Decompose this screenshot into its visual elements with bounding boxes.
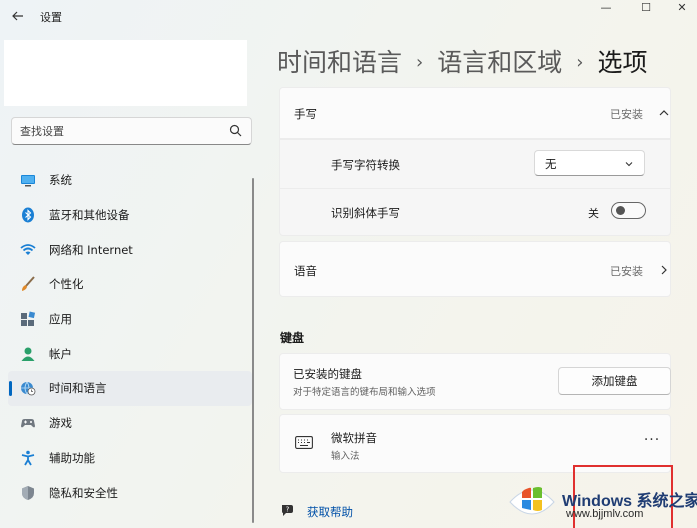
sidebar-item-system[interactable]: 系统	[8, 163, 252, 198]
breadcrumb: 时间和语言 › 语言和区域 › 选项	[277, 43, 647, 79]
handwriting-header[interactable]: 手写 已安装	[279, 87, 671, 139]
sidebar-item-label: 辅助功能	[49, 450, 95, 465]
minimize-button[interactable]: —	[586, 0, 626, 20]
sidebar-item-label: 网络和 Internet	[49, 242, 133, 257]
installed-keyboards-title: 已安装的键盘	[293, 367, 362, 381]
handwriting-title: 手写	[294, 107, 317, 121]
speech-status: 已安装	[610, 265, 643, 278]
conversion-dropdown[interactable]: 无	[534, 150, 645, 176]
search-input[interactable]	[20, 123, 220, 139]
back-button[interactable]	[8, 6, 28, 26]
gamepad-icon	[21, 419, 35, 428]
sidebar-item-network[interactable]: 网络和 Internet	[8, 232, 252, 267]
windows-logo-icon	[509, 487, 555, 515]
sidebar-nav: 系统 蓝牙和其他设备 网络和 Internet 个性化 应用 帐户 时间和语言 …	[8, 163, 252, 510]
search-icon[interactable]	[229, 124, 242, 137]
chevron-down-icon	[625, 162, 633, 167]
breadcrumb-separator: ›	[576, 52, 584, 73]
breadcrumb-language-region[interactable]: 语言和区域	[437, 48, 562, 77]
handwriting-status: 已安装	[610, 108, 643, 121]
sidebar-item-label: 时间和语言	[49, 381, 107, 396]
sidebar-item-apps[interactable]: 应用	[8, 302, 252, 337]
breadcrumb-separator: ›	[416, 52, 424, 73]
sidebar-item-time-language[interactable]: 时间和语言	[8, 371, 252, 406]
sidebar-item-label: 个性化	[49, 277, 84, 292]
toggle-state-text: 关	[588, 207, 599, 220]
accessibility-icon	[21, 450, 35, 466]
toggle-knob	[616, 206, 625, 215]
chevron-up-icon[interactable]	[658, 107, 670, 119]
sidebar-item-label: 系统	[49, 173, 72, 188]
speech-row[interactable]: 语音 已安装	[279, 241, 671, 297]
sidebar-item-label: 游戏	[49, 416, 72, 431]
sidebar-item-label: 隐私和安全性	[49, 485, 118, 500]
keyboard-name: 微软拼音	[331, 431, 377, 445]
arrow-left-icon	[12, 11, 23, 21]
title-bar: 设置 — ☐ ✕	[0, 0, 697, 32]
search-box[interactable]	[11, 117, 252, 145]
help-icon: ?	[282, 505, 293, 516]
speech-title: 语音	[294, 264, 317, 278]
person-icon	[21, 347, 35, 361]
sidebar-scrollbar[interactable]	[252, 178, 254, 523]
chevron-right-icon	[661, 265, 667, 275]
breadcrumb-time-language[interactable]: 时间和语言	[277, 48, 402, 77]
more-options-button[interactable]: ···	[641, 431, 663, 453]
sidebar-item-privacy[interactable]: 隐私和安全性	[8, 475, 252, 510]
app-title: 设置	[40, 11, 62, 24]
brush-icon	[22, 276, 35, 292]
get-help-link[interactable]: 获取帮助	[307, 504, 353, 520]
watermark-url: www.bjjmlv.com	[566, 508, 644, 520]
sidebar-item-label: 帐户	[49, 346, 72, 361]
add-keyboard-button[interactable]: 添加键盘	[558, 367, 671, 395]
svg-text:?: ?	[286, 506, 290, 514]
sidebar-item-label: 应用	[49, 312, 72, 327]
page-title: 选项	[597, 48, 648, 77]
keyboard-icon	[295, 436, 313, 449]
apps-icon	[21, 311, 36, 327]
globe-clock-icon	[21, 382, 36, 396]
profile-card[interactable]	[4, 40, 247, 106]
maximize-button[interactable]: ☐	[626, 0, 666, 20]
keyboard-section-title: 键盘	[280, 331, 305, 345]
italic-toggle[interactable]	[611, 202, 646, 219]
installed-keyboards-desc: 对于特定语言的键布局和输入选项	[293, 387, 436, 398]
wifi-icon	[20, 243, 36, 255]
bluetooth-icon	[22, 207, 34, 223]
close-button[interactable]: ✕	[662, 0, 697, 20]
sidebar-item-gaming[interactable]: 游戏	[8, 406, 252, 441]
watermark: Windows 系统之家 www.bjjmlv.com	[500, 470, 697, 528]
conversion-label: 手写字符转换	[331, 158, 400, 172]
sidebar-item-accounts[interactable]: 帐户	[8, 336, 252, 371]
sidebar-item-accessibility[interactable]: 辅助功能	[8, 441, 252, 476]
shield-icon	[22, 485, 34, 500]
sidebar-item-bluetooth[interactable]: 蓝牙和其他设备	[8, 198, 252, 233]
sidebar-item-label: 蓝牙和其他设备	[49, 208, 130, 223]
conversion-value: 无	[545, 157, 557, 171]
monitor-icon	[21, 175, 35, 187]
sidebar-item-personalization[interactable]: 个性化	[8, 267, 252, 302]
keyboard-type: 输入法	[331, 451, 360, 462]
italic-label: 识别斜体手写	[331, 206, 400, 220]
